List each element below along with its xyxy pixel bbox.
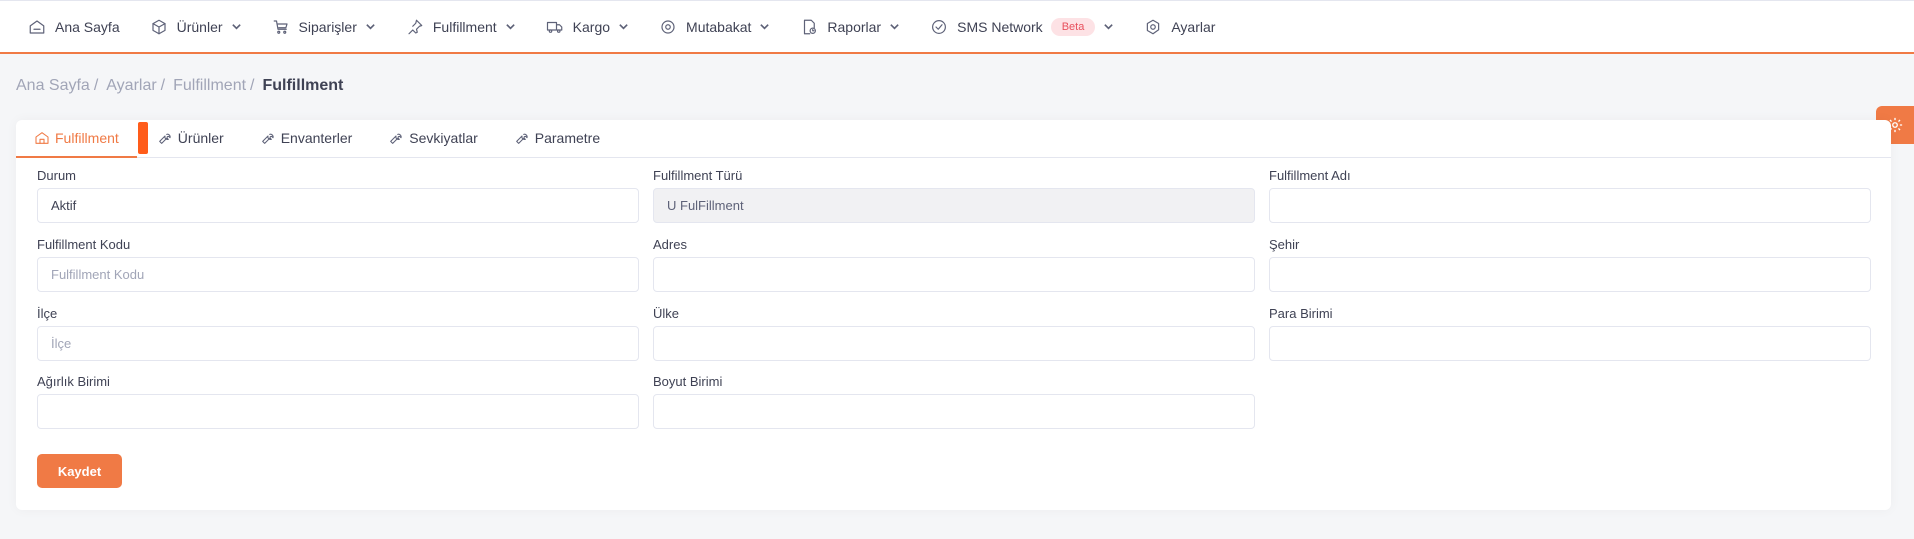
- field-fulfillment-kodu: Fulfillment Kodu: [37, 237, 639, 292]
- fulfillment-turu-label: Fulfillment Türü: [653, 168, 743, 183]
- save-button[interactable]: Kaydet: [37, 454, 122, 488]
- box-icon: [152, 19, 166, 34]
- breadcrumb-separator: /: [93, 77, 99, 94]
- field-adres: Adres: [653, 237, 1255, 292]
- ulke-input[interactable]: [653, 326, 1255, 361]
- field-fulfillment-turu: Fulfillment Türü: [653, 168, 1255, 223]
- nav-item-siparisler[interactable]: Siparişler: [272, 1, 376, 52]
- nav-item-label: Fulfillment: [432, 18, 497, 35]
- tab-label: Ürünler: [177, 130, 224, 146]
- fulfillment-turu-input[interactable]: [653, 188, 1255, 223]
- nav-item-label: Ana Sayfa: [55, 18, 120, 35]
- report-icon: [804, 19, 817, 34]
- tab-label: Parametre: [534, 130, 601, 146]
- nav-item-label: Ayarlar: [1171, 18, 1216, 35]
- wrench-icon: [390, 133, 402, 144]
- fulfillment-adi-input[interactable]: [1269, 188, 1871, 223]
- sehir-input[interactable]: [1269, 257, 1871, 292]
- chevron-down-icon: [760, 24, 770, 30]
- cart-icon: [273, 19, 288, 34]
- target-icon: [661, 19, 675, 34]
- chevron-down-icon: [505, 24, 515, 30]
- pin-icon: [408, 19, 423, 34]
- check-circle-icon: [932, 19, 947, 34]
- tab-drag-marker: [138, 122, 148, 154]
- home-icon: [29, 19, 45, 34]
- nav-item-label: Raporlar: [827, 18, 882, 35]
- agirlik-birimi-label: Ağırlık Birimi: [37, 374, 110, 389]
- wrench-icon: [515, 133, 528, 144]
- fulfillment-adi-label: Fulfillment Adı: [1269, 168, 1351, 183]
- tab-label: Envanterler: [280, 130, 353, 146]
- sehir-label: Şehir: [1269, 237, 1300, 252]
- chevron-down-icon: [890, 24, 899, 30]
- field-para-birimi: Para Birimi: [1269, 306, 1871, 361]
- durum-label: Durum: [37, 168, 77, 183]
- nav-item-label: Siparişler: [298, 18, 357, 35]
- adres-label: Adres: [653, 237, 687, 252]
- field-ulke: Ülke: [653, 306, 1255, 361]
- ilce-input[interactable]: [37, 326, 639, 361]
- tab-envanterler[interactable]: Envanterler: [242, 119, 371, 157]
- nav-item-raporlar[interactable]: Raporlar: [800, 1, 900, 52]
- field-boyut-birimi: Boyut Birimi: [653, 374, 1255, 429]
- tab-fulfillment[interactable]: Fulfillment: [16, 119, 137, 158]
- wrench-icon: [261, 133, 274, 144]
- ulke-label: Ülke: [653, 306, 680, 321]
- tab-parametre[interactable]: Parametre: [496, 119, 618, 157]
- boyut-birimi-label: Boyut Birimi: [653, 374, 723, 389]
- ilce-label: İlçe: [37, 306, 58, 321]
- tab-label: Fulfillment: [55, 130, 119, 146]
- chevron-down-icon: [366, 24, 375, 30]
- boyut-birimi-input[interactable]: [653, 394, 1255, 429]
- tab-sevkiyatlar[interactable]: Sevkiyatlar: [370, 119, 495, 157]
- nav-item-sms-network[interactable]: SMS Network Beta: [930, 1, 1114, 52]
- nav-item-label: Mutabakat: [686, 18, 752, 35]
- truck-icon: [546, 21, 563, 33]
- nav-item-mutabakat[interactable]: Mutabakat: [659, 1, 770, 52]
- para-birimi-label: Para Birimi: [1269, 306, 1333, 321]
- adres-input[interactable]: [653, 257, 1255, 292]
- settings-icon: [1147, 19, 1160, 34]
- breadcrumb-separator: /: [250, 77, 255, 94]
- breadcrumb-item-fulfillment[interactable]: Fulfillment: [173, 77, 246, 95]
- beta-badge: Beta: [1050, 17, 1096, 36]
- breadcrumb-current: Fulfillment: [262, 77, 344, 94]
- nav-item-ayarlar[interactable]: Ayarlar: [1144, 1, 1215, 52]
- field-durum: Durum: [37, 168, 639, 223]
- nav-item-kargo[interactable]: Kargo: [546, 1, 629, 52]
- breadcrumb-item-ayarlar[interactable]: Ayarlar: [106, 77, 156, 95]
- tab-urunler[interactable]: Ürünler: [139, 119, 242, 157]
- fulfillment-kodu-label: Fulfillment Kodu: [37, 237, 131, 252]
- breadcrumb-separator: /: [160, 77, 166, 94]
- agirlik-birimi-input[interactable]: [37, 394, 639, 429]
- nav-item-fulfillment[interactable]: Fulfillment: [406, 1, 516, 52]
- fulfillment-card: Fulfillment Ürünler Envanterler Sevkiyat…: [16, 120, 1891, 510]
- breadcrumb-item-ana-sayfa[interactable]: Ana Sayfa: [16, 77, 90, 95]
- nav-item-label: Kargo: [572, 18, 611, 35]
- field-sehir: Şehir: [1269, 237, 1871, 292]
- field-agirlik-birimi: Ağırlık Birimi: [37, 374, 639, 429]
- nav-item-label: SMS Network: [957, 18, 1043, 35]
- chevron-down-icon: [619, 24, 628, 30]
- top-navigation: Ana Sayfa Ürünler Siparişler Fulfillment…: [0, 0, 1914, 54]
- home-icon: [35, 132, 49, 144]
- chevron-down-icon: [231, 24, 241, 30]
- para-birimi-input[interactable]: [1269, 326, 1871, 361]
- fulfillment-kodu-input[interactable]: [37, 257, 639, 292]
- chevron-down-icon: [1104, 24, 1114, 30]
- breadcrumb: Ana Sayfa / Ayarlar / Fulfillment / Fulfill…: [16, 77, 343, 95]
- tab-bar: Fulfillment Ürünler Envanterler Sevkiyat…: [16, 120, 1891, 158]
- field-ilce: İlçe: [37, 306, 639, 361]
- tab-label: Sevkiyatlar: [409, 130, 478, 146]
- nav-item-label: Ürünler: [176, 18, 223, 35]
- durum-input[interactable]: [37, 188, 639, 223]
- wrench-icon: [158, 133, 171, 144]
- field-fulfillment-adi: Fulfillment Adı: [1269, 168, 1871, 223]
- nav-item-urunler[interactable]: Ürünler: [150, 1, 242, 52]
- nav-item-ana-sayfa[interactable]: Ana Sayfa: [28, 1, 120, 52]
